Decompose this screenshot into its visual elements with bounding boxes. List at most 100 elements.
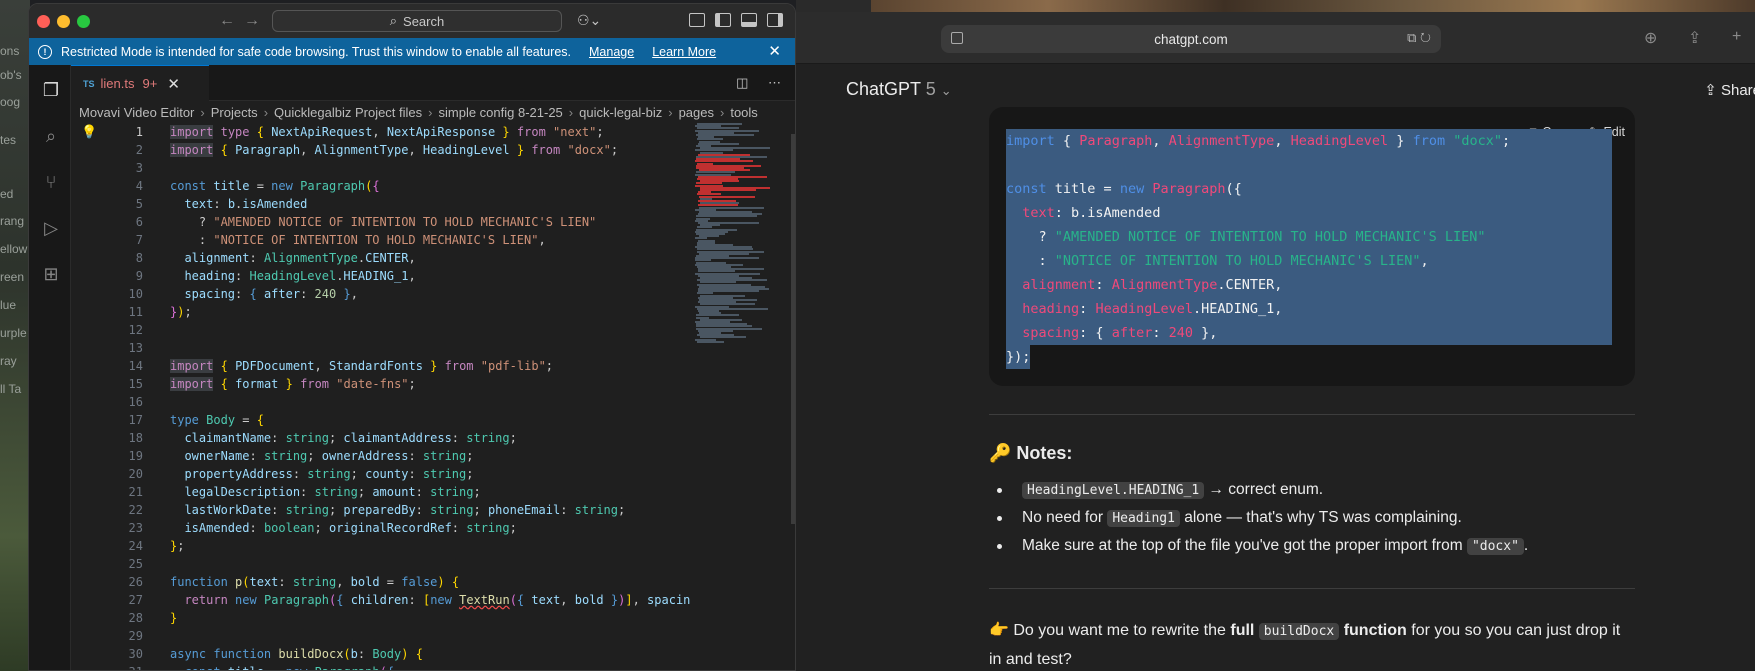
code-editor[interactable]: 💡 1 import type { NextApiRequest, NextApiR…	[71, 123, 691, 670]
title-bar: ← → ⌕ Search ⚇⌄	[29, 4, 795, 38]
toggle-panel-icon[interactable]	[741, 13, 757, 27]
share-label: Share	[1720, 82, 1755, 99]
breadcrumb-item[interactable]: Movavi Video Editor	[79, 105, 194, 120]
model-version: 5	[925, 79, 936, 99]
desktop-ghost-text: ob's	[0, 68, 22, 82]
manage-link[interactable]: Manage	[589, 45, 634, 59]
desktop-ghost-text: ll Ta	[0, 382, 22, 396]
code-line: 30 async function buildDocx(b: Body) {	[128, 647, 423, 661]
code-block-line: spacing: { after: 240 },	[1006, 321, 1612, 345]
code-line: 17 type Body = {	[128, 413, 264, 427]
minimize-window-button[interactable]	[57, 15, 70, 28]
download-icon[interactable]: ⊕	[1644, 28, 1657, 48]
url-text: chatgpt.com	[1154, 31, 1228, 47]
new-tab-icon[interactable]: +	[1732, 28, 1741, 46]
bullet-text: .	[1523, 537, 1529, 554]
code-line: 26 function p(text: string, bold = false)…	[128, 575, 460, 589]
code-line: 8 alignment: AlignmentType.CENTER,	[135, 251, 416, 265]
bullet-text: No need for	[1022, 509, 1108, 526]
problem-count: 9+	[142, 76, 158, 91]
code-line: 3	[135, 161, 143, 175]
code-line: 13	[128, 341, 143, 355]
browser-window: chatgpt.com ⧉ ↻ ⊕ ⇪ + ChatGPT 5 ⌄ ⇪ Shar…	[796, 0, 1755, 671]
code-block-line: text: b.isAmended	[1006, 201, 1612, 225]
divider	[989, 414, 1635, 415]
maximize-window-button[interactable]	[77, 15, 90, 28]
breadcrumb-item[interactable]: quick-legal-biz	[579, 105, 662, 120]
question-text: 👉 Do you want me to rewrite the	[989, 622, 1231, 639]
question-bold: function	[1339, 622, 1407, 639]
desktop-ghost-text: reen	[0, 270, 25, 284]
code-line: 31 const title = new Paragraph({	[71, 663, 691, 670]
address-bar[interactable]: chatgpt.com ⧉ ↻	[941, 25, 1441, 53]
bullet-text: alone — that's why TS was complaining.	[1179, 509, 1462, 526]
bullet-text: → correct enum.	[1204, 481, 1324, 498]
code-block-line: ? "AMENDED NOTICE OF INTENTION TO HOLD M…	[1006, 225, 1612, 249]
code-block: ⧉Copy ✎Edit import { Paragraph, Alignmen…	[989, 107, 1635, 386]
notes-heading: 🔑 Notes:	[989, 443, 1073, 463]
code-line: 15 import { format } from "date-fns";	[128, 377, 416, 391]
forward-arrow-icon[interactable]: →	[244, 12, 260, 30]
code-line: 💡 1 import type { NextApiRequest, NextApiR…	[81, 125, 604, 140]
code-line: 21 legalDescription: string; amount: str…	[128, 485, 481, 499]
code-block-line: : "NOTICE OF INTENTION TO HOLD MECHANIC'…	[1006, 249, 1612, 273]
breadcrumb-item[interactable]: pages	[679, 105, 714, 120]
share-toolbar-icon[interactable]: ⇪	[1688, 28, 1701, 48]
reload-icon[interactable]: ⧉ ↻	[1407, 30, 1431, 46]
inline-code: Heading1	[1107, 510, 1180, 527]
customize-layout-icon[interactable]	[689, 13, 705, 27]
desktop-ghost-text: rang	[0, 214, 25, 228]
tab-strip	[796, 0, 1755, 12]
source-control-icon[interactable]: ⑂	[40, 171, 62, 193]
breadcrumb-item[interactable]: Projects	[211, 105, 258, 120]
command-search[interactable]: ⌕ Search	[272, 10, 562, 32]
editor-tabs: TS lien.ts 9+ ✕ ◫ ⋯	[71, 65, 795, 101]
page-settings-icon[interactable]	[951, 32, 963, 44]
code-block-line: alignment: AlignmentType.CENTER,	[1006, 273, 1612, 297]
code-block-line: import { Paragraph, AlignmentType, Headi…	[1006, 129, 1612, 153]
back-arrow-icon[interactable]: ←	[219, 12, 235, 30]
share-icon: ⇪	[1704, 82, 1717, 99]
extensions-icon[interactable]: ⊞	[40, 263, 62, 285]
assistant-question: 👉 Do you want me to rewrite the full bui…	[989, 617, 1629, 671]
wallpaper-strip	[871, 0, 1755, 12]
browser-toolbar: chatgpt.com ⧉ ↻ ⊕ ⇪ +	[796, 12, 1755, 64]
chevron-down-icon: ⌄	[940, 83, 952, 98]
breadcrumb-item[interactable]: Quicklegalbiz Project files	[274, 105, 422, 120]
close-banner-icon[interactable]: ✕	[768, 42, 781, 60]
learn-more-link[interactable]: Learn More	[652, 45, 716, 59]
code-line: 16	[128, 395, 143, 409]
split-editor-icon[interactable]: ◫	[736, 75, 748, 90]
restricted-mode-banner: ! Restricted Mode is intended for safe c…	[29, 38, 795, 65]
breadcrumb-item[interactable]: tools	[730, 105, 757, 120]
close-window-button[interactable]	[37, 15, 50, 28]
code-block-line: const title = new Paragraph({	[1006, 177, 1612, 201]
code-block-line	[1006, 153, 1612, 177]
code-line: 22 lastWorkDate: string; preparedBy: str…	[128, 503, 626, 517]
toggle-sidebar-icon[interactable]	[715, 13, 731, 27]
explorer-icon[interactable]: ❐	[40, 79, 62, 101]
code-line: 14 import { PDFDocument, StandardFonts } …	[128, 359, 554, 373]
desktop-ghost-text: ons	[0, 44, 20, 58]
breadcrumb-item[interactable]: simple config 8-21-25	[439, 105, 563, 120]
toggle-secondary-sidebar-icon[interactable]	[767, 13, 783, 27]
desktop-ghost-text: oog	[0, 95, 21, 109]
minimap[interactable]	[691, 123, 791, 670]
code-line: 25	[128, 557, 143, 571]
search-view-icon[interactable]: ⌕	[40, 125, 62, 147]
close-tab-icon[interactable]: ✕	[167, 75, 180, 93]
share-button[interactable]: ⇪ Share	[1704, 81, 1755, 99]
model-selector[interactable]: ChatGPT 5 ⌄	[846, 79, 952, 100]
tab-lien-ts[interactable]: TS lien.ts 9+ ✕	[71, 65, 209, 101]
more-actions-icon[interactable]: ⋯	[768, 75, 781, 90]
copilot-icon[interactable]: ⚇⌄	[577, 12, 601, 29]
run-debug-icon[interactable]: ▷	[40, 217, 62, 239]
editor-actions: ◫ ⋯	[736, 75, 781, 91]
search-label: Search	[403, 13, 445, 29]
desktop-ghost-text: urple	[0, 326, 27, 340]
inline-code: buildDocx	[1258, 623, 1340, 640]
minimap-line	[697, 340, 724, 343]
divider	[989, 588, 1635, 589]
code-line: 27 return new Paragraph({ children: [new…	[128, 593, 691, 607]
code-line: 2 import { Paragraph, AlignmentType, Head…	[135, 143, 619, 157]
